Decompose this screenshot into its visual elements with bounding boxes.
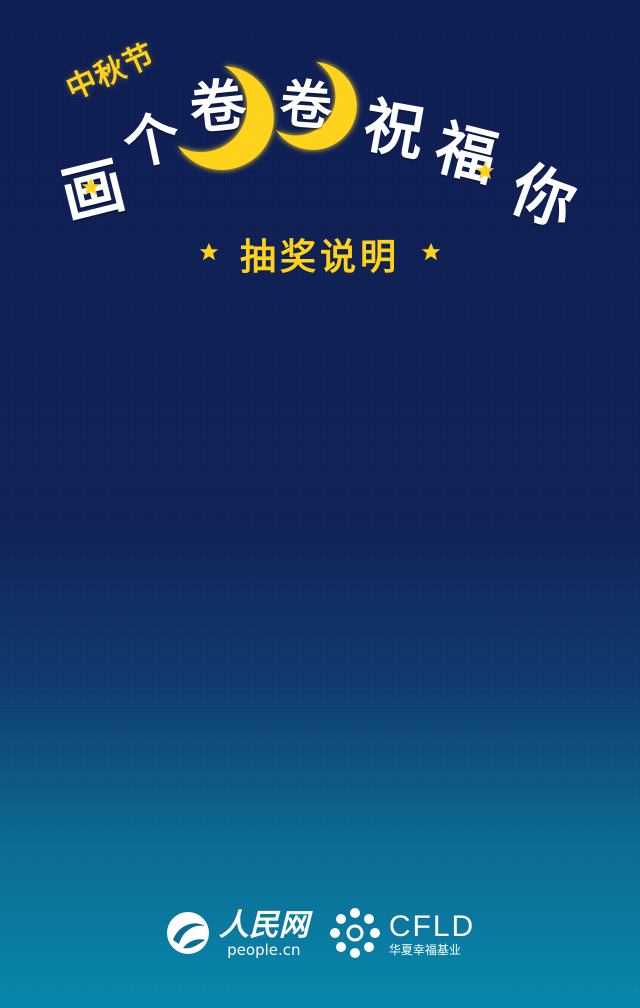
lottery-rules-heading: 抽奖说明 [239,237,400,278]
title-char: 卷 [277,74,335,138]
people-daily-logo-icon [165,910,211,960]
people-daily-name: 人民网 [218,908,309,943]
title-char: 你 [501,151,585,242]
title-char: 个 [117,103,187,180]
cfld-logo: CFLD 华夏幸福基业 [329,907,475,963]
cfld-subname: 华夏幸福基业 [388,942,461,957]
star-icon [474,160,496,186]
cfld-dots-icon [329,907,381,963]
title-char: 祝 [358,90,430,170]
people-daily-logo: 人民网 people.cn [165,910,309,960]
cfld-name: CFLD [388,909,476,943]
people-daily-url: people.cn [227,941,301,959]
subtitle-row: 抽奖说明 [0,226,640,282]
star-icon [420,241,442,267]
footer-logos: 人民网 people.cn CFLD 华夏幸福基业 [0,900,640,970]
title-char: 卷 [186,72,250,143]
star-icon [80,176,102,202]
page-title: 画 个 卷 卷 祝 福 你 [0,0,640,1008]
star-icon [198,241,220,267]
